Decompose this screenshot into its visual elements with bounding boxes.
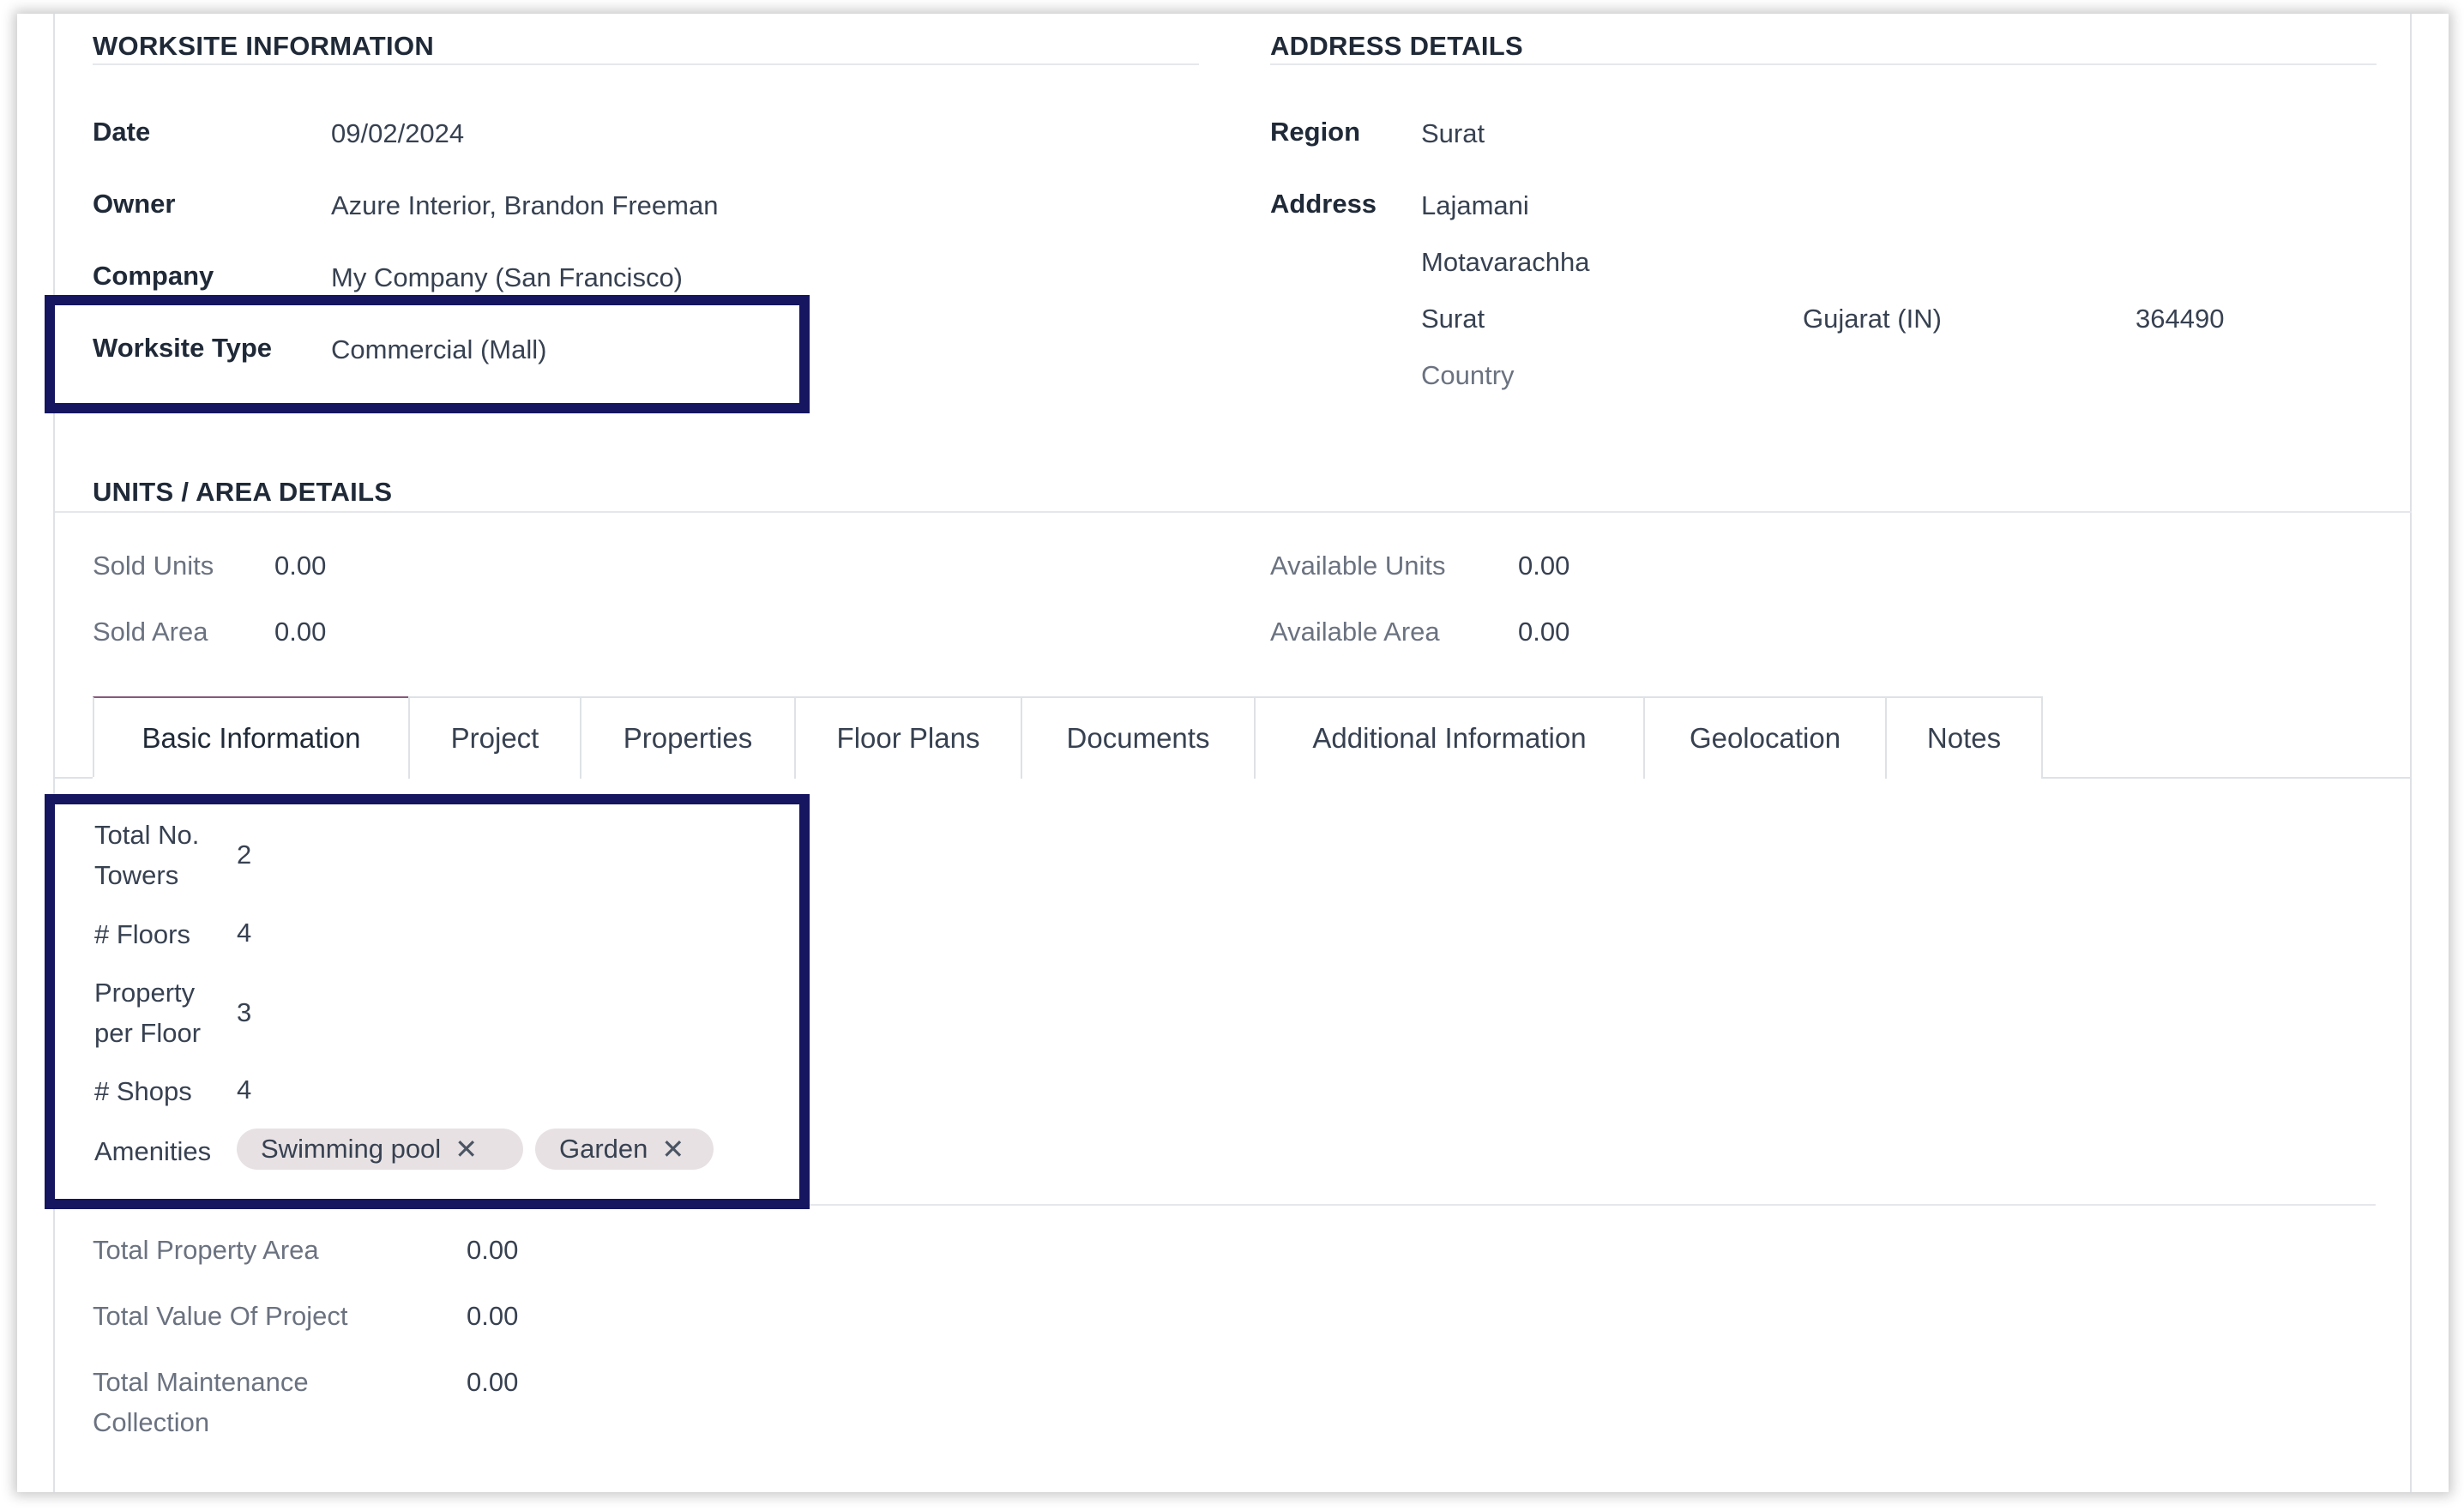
units-divider xyxy=(55,511,2412,513)
owner-label: Owner xyxy=(93,189,176,219)
sold-units-label: Sold Units xyxy=(93,551,214,581)
worksite-divider xyxy=(93,63,1199,65)
sold-area-label: Sold Area xyxy=(93,617,208,647)
street-field[interactable]: Lajamani xyxy=(1421,190,1529,221)
state-field[interactable]: Gujarat (IN) xyxy=(1803,304,1942,334)
sold-units-value: 0.00 xyxy=(274,551,327,581)
sold-area-value: 0.00 xyxy=(274,617,327,647)
address-label: Address xyxy=(1270,189,1377,219)
total-property-area-value: 0.00 xyxy=(467,1235,519,1265)
total-property-area-label: Total Property Area xyxy=(93,1235,319,1265)
total-maintenance-value: 0.00 xyxy=(467,1367,519,1397)
total-value-of-project-value: 0.00 xyxy=(467,1301,519,1331)
total-maintenance-label-line1: Total Maintenance xyxy=(93,1367,309,1397)
tab-basic-information[interactable]: Basic Information xyxy=(93,696,410,779)
available-units-value: 0.00 xyxy=(1518,551,1570,581)
active-tab-gap xyxy=(93,777,408,780)
worksite-section-title: WORKSITE INFORMATION xyxy=(93,31,435,61)
basic-info-highlight-box xyxy=(45,794,810,1209)
total-value-of-project-label: Total Value Of Project xyxy=(93,1301,348,1331)
tab-properties[interactable]: Properties xyxy=(580,696,796,779)
available-area-value: 0.00 xyxy=(1518,617,1570,647)
company-field[interactable]: My Company (San Francisco) xyxy=(331,262,683,293)
city-field[interactable]: Surat xyxy=(1421,304,1485,334)
units-section-title: UNITS / AREA DETAILS xyxy=(93,477,393,507)
tab-geolocation[interactable]: Geolocation xyxy=(1643,696,1887,779)
tab-additional-information[interactable]: Additional Information xyxy=(1254,696,1645,779)
country-field[interactable]: Country xyxy=(1421,360,1515,391)
date-label: Date xyxy=(93,117,151,147)
region-label: Region xyxy=(1270,117,1361,147)
total-maintenance-label-line2: Collection xyxy=(93,1407,210,1437)
tab-documents[interactable]: Documents xyxy=(1021,696,1256,779)
worksite-type-highlight-box xyxy=(45,295,810,413)
address-section-title: ADDRESS DETAILS xyxy=(1270,31,1524,61)
company-label: Company xyxy=(93,261,214,291)
address-divider xyxy=(1270,63,2377,65)
tab-notes[interactable]: Notes xyxy=(1885,696,2043,779)
available-area-label: Available Area xyxy=(1270,617,1440,647)
region-field[interactable]: Surat xyxy=(1421,118,1485,149)
available-units-label: Available Units xyxy=(1270,551,1446,581)
street2-field[interactable]: Motavarachha xyxy=(1421,247,1589,278)
tab-project[interactable]: Project xyxy=(408,696,581,779)
zip-field[interactable]: 364490 xyxy=(2136,304,2224,334)
basic-info-divider xyxy=(810,1204,2376,1206)
owner-field[interactable]: Azure Interior, Brandon Freeman xyxy=(331,190,718,221)
date-field[interactable]: 09/02/2024 xyxy=(331,118,464,149)
tab-floor-plans[interactable]: Floor Plans xyxy=(794,696,1022,779)
